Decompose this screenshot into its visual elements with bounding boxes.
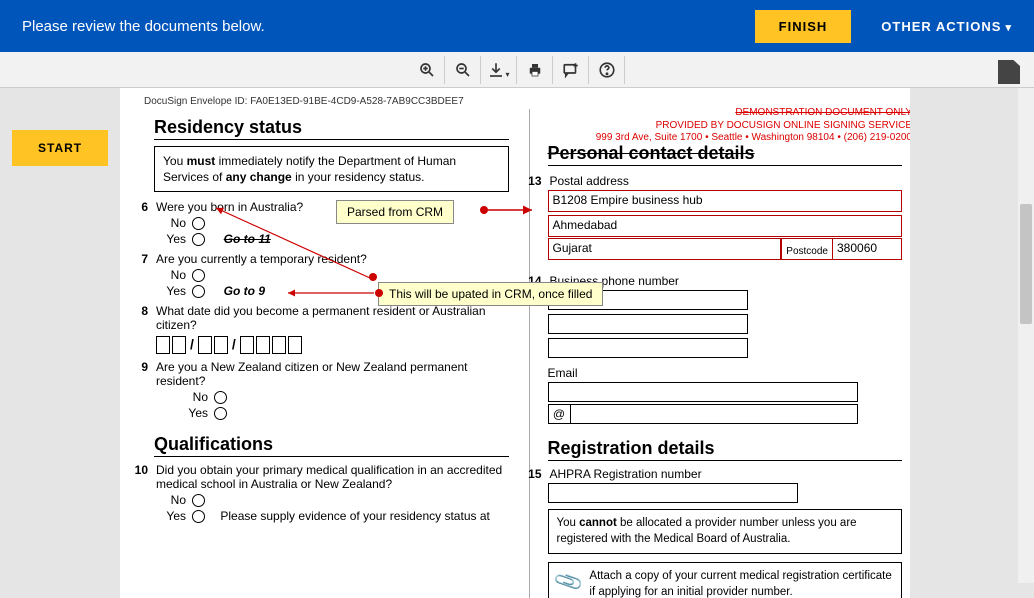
scrollbar[interactable] (1018, 88, 1034, 583)
email-input-top[interactable] (548, 382, 858, 402)
addr-state[interactable]: Gujarat (548, 238, 782, 260)
q8-date-input[interactable]: // (156, 336, 509, 354)
comment-icon[interactable] (553, 56, 589, 84)
addr-line2[interactable]: Ahmedabad (548, 215, 903, 237)
callout-parsed: Parsed from CRM (336, 200, 454, 224)
section-residency: Residency status (154, 117, 509, 140)
addr-postcode[interactable]: 380060 (832, 238, 902, 260)
help-icon[interactable] (589, 56, 625, 84)
section-personal: Personal contact details (548, 143, 903, 164)
callout-updated: This will be upated in CRM, once filled (378, 282, 603, 306)
q9-no-radio[interactable] (214, 391, 227, 404)
section-registration: Registration details (548, 438, 903, 461)
page-panel-icon[interactable] (998, 60, 1020, 84)
attach-note: 📎 Attach a copy of your current medical … (548, 562, 903, 598)
addr-line1[interactable]: B1208 Empire business hub (548, 190, 903, 212)
zoom-out-icon[interactable] (445, 56, 481, 84)
email-label: Email (548, 366, 903, 380)
q10-text: Did you obtain your primary medical qual… (156, 463, 509, 491)
callout2-anchor-b (375, 289, 383, 297)
start-button[interactable]: START (12, 130, 108, 166)
phone3-input[interactable] (548, 338, 748, 358)
q6-yes-radio[interactable] (192, 233, 205, 246)
q6-no-radio[interactable] (192, 217, 205, 230)
print-icon[interactable] (517, 56, 553, 84)
q9-yes-radio[interactable] (214, 407, 227, 420)
scrollbar-thumb[interactable] (1020, 204, 1032, 324)
download-icon[interactable]: ▾ (481, 56, 517, 84)
q8-text: What date did you become a permanent res… (156, 304, 509, 332)
q13-label: Postal address (550, 174, 903, 188)
other-actions-dropdown[interactable]: OTHER ACTIONS (881, 19, 1012, 34)
document-viewer[interactable]: DocuSign Envelope ID: FA0E13ED-91BE-4CD9… (120, 88, 910, 598)
q7-no-radio[interactable] (192, 269, 205, 282)
email-at: @ (548, 404, 570, 424)
finish-button[interactable]: FINISH (755, 10, 852, 43)
q10-no-radio[interactable] (192, 494, 205, 507)
envelope-id: DocuSign Envelope ID: FA0E13ED-91BE-4CD9… (120, 88, 910, 109)
residency-note: You must immediately notify the Departme… (154, 146, 509, 192)
callout2-anchor-a (369, 273, 377, 281)
toolbar: ▾ (0, 52, 1034, 88)
zoom-in-icon[interactable] (409, 56, 445, 84)
q7-text: Are you currently a temporary resident? (156, 252, 509, 266)
header-message: Please review the documents below. (22, 18, 755, 35)
q6-text: Were you born in Australia? (156, 200, 509, 214)
paperclip-icon: 📎 (551, 565, 586, 598)
demo-watermark: DEMONSTRATION DOCUMENT ONLY PROVIDED BY … (552, 107, 910, 145)
q10-yes-radio[interactable] (192, 510, 205, 523)
section-qualifications: Qualifications (154, 434, 509, 457)
email-input-domain[interactable] (570, 404, 858, 424)
q15-label: AHPRA Registration number (550, 467, 903, 481)
postcode-label: Postcode (781, 238, 832, 260)
q9-text: Are you a New Zealand citizen or New Zea… (156, 360, 509, 388)
callout1-anchor (480, 206, 488, 214)
phone2-input[interactable] (548, 314, 748, 334)
ahpra-input[interactable] (548, 483, 798, 503)
cannot-note: You cannot be allocated a provider numbe… (548, 509, 903, 554)
q7-yes-radio[interactable] (192, 285, 205, 298)
